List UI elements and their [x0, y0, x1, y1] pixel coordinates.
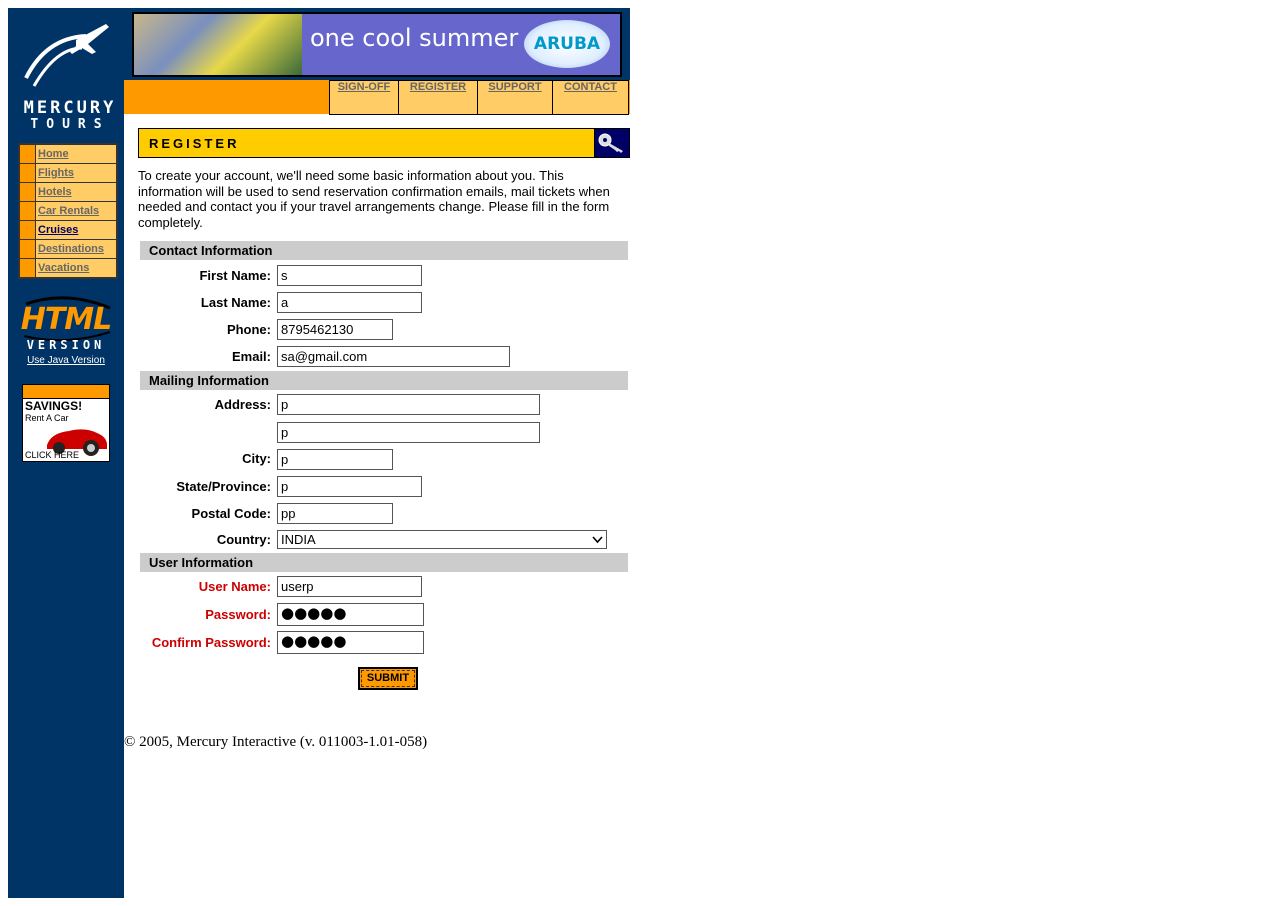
page-title: REGISTER: [149, 136, 240, 151]
sidebar-item-label[interactable]: Destinations: [36, 240, 116, 258]
email-field[interactable]: sa@gmail.com: [277, 346, 510, 367]
phone-field[interactable]: 8795462130: [277, 319, 393, 340]
bullet-icon: [20, 183, 35, 201]
nav-support[interactable]: SUPPORT: [477, 81, 552, 114]
banner-photo: [134, 14, 302, 75]
top-nav: SIGN-OFF REGISTER SUPPORT CONTACT: [329, 80, 629, 115]
brand-line2: TOURS: [30, 117, 110, 132]
copyright-footer: © 2005, Mercury Interactive (v. 011003-1…: [124, 734, 428, 750]
section-contact-heading: Contact Information: [140, 241, 628, 260]
phone-label: Phone:: [226, 322, 271, 337]
city-label: City:: [242, 451, 271, 466]
section-mailing-heading: Mailing Information: [140, 371, 628, 390]
password-field[interactable]: ●●●●●: [277, 603, 424, 626]
sidebar-item-home[interactable]: Home: [20, 145, 116, 163]
aruba-badge: ARUBA: [524, 20, 610, 68]
sidebar-item-label[interactable]: Home: [36, 145, 116, 163]
nav-contact[interactable]: CONTACT: [552, 81, 628, 114]
sidebar-item-label[interactable]: Cruises: [36, 221, 116, 239]
submit-button[interactable]: SUBMIT: [358, 667, 418, 690]
address-label: Address:: [214, 397, 271, 412]
register-header: REGISTER: [138, 128, 630, 158]
sidebar-item-label[interactable]: Hotels: [36, 183, 116, 201]
confirm-password-label: Confirm Password:: [151, 635, 271, 650]
sidebar-item-label[interactable]: Car Rentals: [36, 202, 116, 220]
city-field[interactable]: p: [277, 449, 393, 470]
key-icon-box: [594, 129, 629, 157]
first-name-label: First Name:: [199, 268, 271, 283]
email-label: Email:: [231, 349, 271, 364]
nav-register[interactable]: REGISTER: [398, 81, 477, 114]
sidebar-item-car-rentals[interactable]: Car Rentals: [20, 202, 116, 220]
sidebar-item-vacations[interactable]: Vacations: [20, 259, 116, 277]
banner-area: one cool summer ARUBA: [124, 8, 630, 80]
brand-line1: MERCURY: [23, 98, 117, 118]
postal-code-label: Postal Code:: [191, 506, 271, 521]
key-icon: [598, 133, 623, 153]
sidebar-item-flights[interactable]: Flights: [20, 164, 116, 182]
bullet-icon: [20, 221, 35, 239]
ad-title: SAVINGS!: [25, 399, 83, 413]
nav-sign-off[interactable]: SIGN-OFF: [330, 81, 398, 114]
intro-text: To create your account, we'll need some …: [138, 168, 610, 230]
bullet-icon: [20, 145, 35, 163]
first-name-field[interactable]: s: [277, 265, 422, 286]
postal-code-field[interactable]: pp: [277, 503, 393, 524]
address-line2-field[interactable]: p: [277, 422, 540, 443]
ad-cta: CLICK HERE: [25, 450, 80, 460]
plane-swoosh-icon: [24, 24, 109, 87]
chevron-down-icon: [592, 536, 603, 544]
html-badge-line2: VERSION: [26, 338, 106, 352]
ad-header-bar: [23, 385, 109, 399]
banner-text: one cool summer: [310, 24, 519, 52]
html-badge-line1: HTML: [20, 302, 113, 337]
html-version-badge: HTML VERSION: [18, 296, 114, 354]
country-label: Country:: [216, 532, 271, 547]
last-name-label: Last Name:: [200, 295, 271, 310]
username-label: User Name:: [198, 579, 271, 594]
sidebar-nav: Home Flights Hotels Car Rentals Cruises …: [18, 143, 118, 279]
country-select[interactable]: INDIA: [277, 530, 607, 549]
promo-banner[interactable]: one cool summer ARUBA: [132, 12, 622, 77]
confirm-password-field[interactable]: ●●●●●: [277, 631, 424, 654]
left-sidebar: MERCURY TOURS Home Flights Hotels Car Re…: [8, 8, 124, 898]
last-name-field[interactable]: a: [277, 292, 422, 313]
bullet-icon: [20, 240, 35, 258]
mercury-tours-logo[interactable]: MERCURY TOURS: [16, 18, 116, 132]
section-user-heading: User Information: [140, 553, 628, 572]
sidebar-item-hotels[interactable]: Hotels: [20, 183, 116, 201]
bullet-icon: [20, 164, 35, 182]
username-field[interactable]: userp: [277, 576, 422, 597]
sidebar-item-cruises[interactable]: Cruises: [20, 221, 116, 239]
java-version-link[interactable]: Use Java Version: [8, 355, 124, 366]
bullet-icon: [20, 259, 35, 277]
bullet-icon: [20, 202, 35, 220]
sidebar-item-label[interactable]: Flights: [36, 164, 116, 182]
state-field[interactable]: p: [277, 476, 422, 497]
password-label: Password:: [205, 607, 271, 622]
address-line1-field[interactable]: p: [277, 394, 540, 415]
rent-a-car-ad[interactable]: SAVINGS! Rent A Car CLICK HERE: [22, 384, 110, 462]
country-select-value: INDIA: [281, 532, 316, 547]
sidebar-item-destinations[interactable]: Destinations: [20, 240, 116, 258]
state-label: State/Province:: [176, 479, 271, 494]
sidebar-item-label[interactable]: Vacations: [36, 259, 116, 277]
